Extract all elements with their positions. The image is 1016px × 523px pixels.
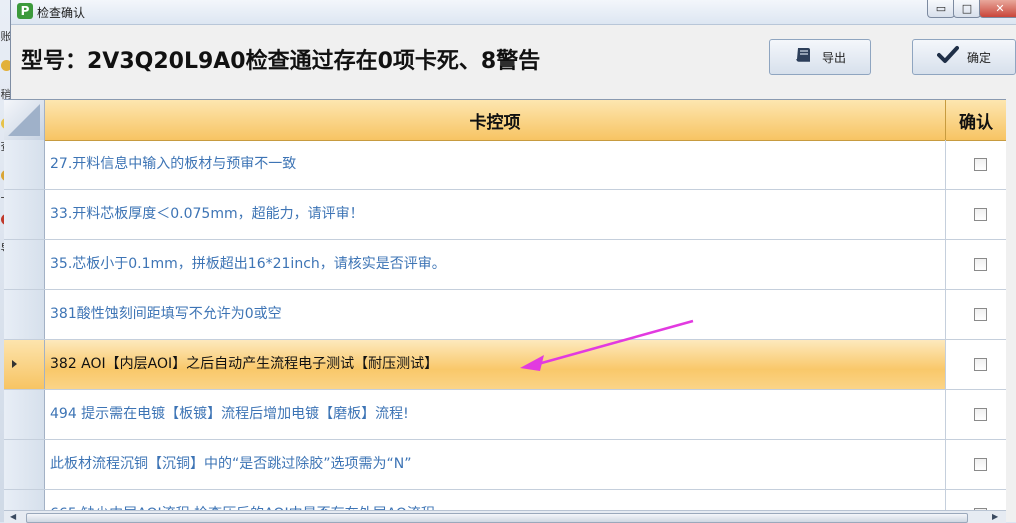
confirm-checkbox[interactable] <box>974 458 987 471</box>
confirm-checkbox[interactable] <box>974 308 987 321</box>
table-row[interactable]: 381酸性蚀刻间距填写不允许为0或空 <box>4 290 1006 340</box>
table-row[interactable]: 35.芯板小于0.1mm，拼板超出16*21inch，请核实是否评审。 <box>4 240 1006 290</box>
header-panel: 型号：2V3Q20L9A0检查通过存在0项卡死、8警告 导出 确定 <box>11 25 1016 99</box>
scroll-left-icon[interactable]: ◀ <box>10 512 16 521</box>
confirm-checkbox[interactable] <box>974 258 987 271</box>
check-item-text: 此板材流程沉铜【沉铜】中的“是否跳过除胶”选项需为“N” <box>50 456 412 472</box>
row-header[interactable] <box>4 190 45 239</box>
column-header-item[interactable]: 卡控项 <box>45 100 946 140</box>
check-item-text: 494 提示需在电镀【板镀】流程后增加电镀【磨板】流程! <box>50 406 409 422</box>
book-icon <box>794 45 814 70</box>
close-button[interactable]: ✕ <box>979 0 1016 18</box>
table-row[interactable]: 27.开料信息中输入的板材与预审不一致 <box>4 140 1006 190</box>
check-item-text: 382 AOI【内层AOI】之后自动产生流程电子测试【耐压测试】 <box>50 356 439 372</box>
scroll-right-icon[interactable]: ▶ <box>992 512 998 521</box>
table-row[interactable]: 33.开料芯板厚度＜0.075mm，超能力，请评审！ <box>4 190 1006 240</box>
title-bar[interactable]: P 检查确认 ▭ □ ✕ <box>11 0 1016 25</box>
check-item-text: 27.开料信息中输入的板材与预审不一致 <box>50 156 297 172</box>
ok-button[interactable]: 确定 <box>912 39 1016 75</box>
row-header[interactable] <box>4 290 45 339</box>
table-row-selected[interactable]: 382 AOI【内层AOI】之后自动产生流程电子测试【耐压测试】 <box>4 340 1006 390</box>
horizontal-scrollbar[interactable]: ◀ ▶ <box>4 510 1006 523</box>
row-header[interactable] <box>4 440 45 489</box>
select-all-corner[interactable] <box>4 100 45 140</box>
row-header[interactable] <box>4 340 45 389</box>
grid-header: 卡控项 确认 <box>4 100 1006 141</box>
table-row[interactable]: 此板材流程沉铜【沉铜】中的“是否跳过除胶”选项需为“N” <box>4 440 1006 490</box>
minimize-button[interactable]: ▭ <box>927 0 955 18</box>
confirm-checkbox[interactable] <box>974 208 987 221</box>
check-item-text: 35.芯板小于0.1mm，拼板超出16*21inch，请核实是否评审。 <box>50 256 446 272</box>
confirm-checkbox[interactable] <box>974 408 987 421</box>
ok-label: 确定 <box>966 50 991 65</box>
export-label: 导出 <box>821 50 846 65</box>
grid-rows: 27.开料信息中输入的板材与预审不一致 33.开料芯板厚度＜0.075mm，超能… <box>4 140 1006 523</box>
table-row[interactable]: 494 提示需在电镀【板镀】流程后增加电镀【磨板】流程! <box>4 390 1006 440</box>
column-header-confirm[interactable]: 确认 <box>946 100 1006 140</box>
check-items-grid: 卡控项 确认 27.开料信息中输入的板材与预审不一致 33.开料芯板厚度＜0.0… <box>4 99 1006 523</box>
current-row-arrow-icon <box>12 360 17 368</box>
app-icon: P <box>17 3 33 19</box>
export-button[interactable]: 导出 <box>769 39 871 75</box>
row-header[interactable] <box>4 140 45 189</box>
check-item-text: 381酸性蚀刻间距填写不允许为0或空 <box>50 306 282 322</box>
maximize-button[interactable]: □ <box>953 0 981 18</box>
page-title: 型号：2V3Q20L9A0检查通过存在0项卡死、8警告 <box>21 49 541 74</box>
window-title: 检查确认 <box>37 6 86 20</box>
checkmark-icon <box>936 45 959 70</box>
confirm-checkbox[interactable] <box>974 158 987 171</box>
check-item-text: 33.开料芯板厚度＜0.075mm，超能力，请评审！ <box>50 206 364 222</box>
confirm-checkbox[interactable] <box>974 358 987 371</box>
row-header[interactable] <box>4 240 45 289</box>
row-header[interactable] <box>4 390 45 439</box>
